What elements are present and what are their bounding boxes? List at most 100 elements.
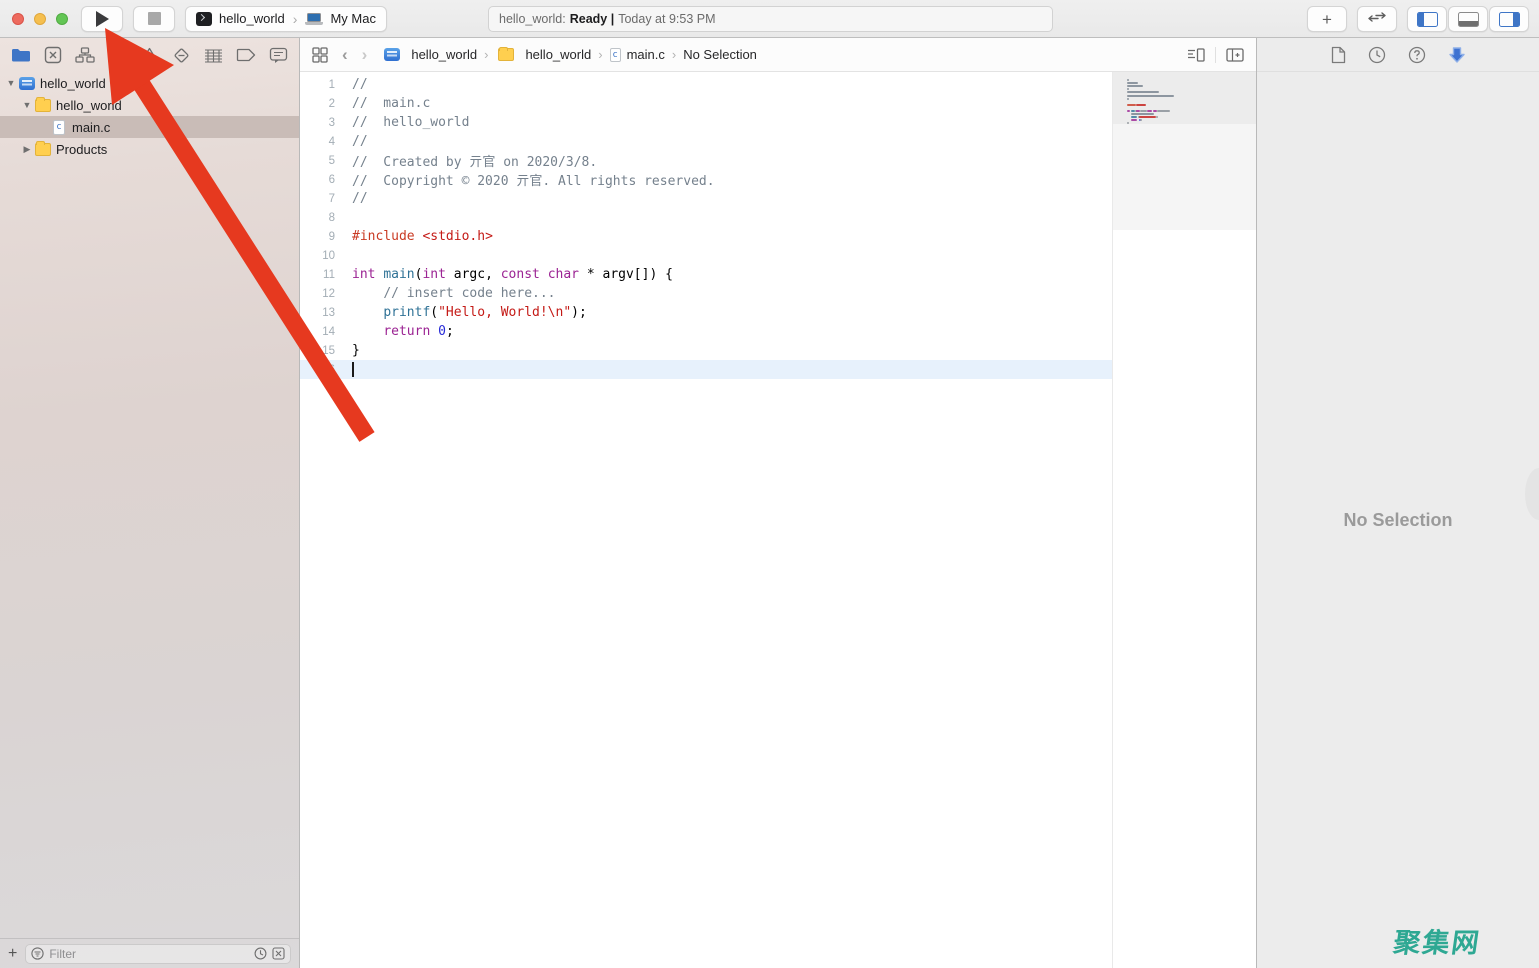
breadcrumb-project[interactable]: hello_world	[381, 47, 477, 62]
code-line[interactable]: 16	[300, 360, 1112, 379]
code-review-icon[interactable]	[1187, 48, 1205, 62]
add-file-button[interactable]: +	[8, 945, 17, 963]
tree-row-hello_world[interactable]: ▼ hello_world	[0, 72, 299, 94]
source-control-icon	[44, 46, 62, 64]
code-line[interactable]: 15}	[300, 341, 1112, 360]
traffic-lights	[12, 13, 68, 25]
watermark: 聚集网	[1391, 921, 1483, 960]
line-number: 14	[300, 326, 344, 338]
breadcrumb-file[interactable]: c main.c	[610, 47, 665, 62]
code-text: // hello_world	[344, 115, 469, 130]
line-number: 11	[300, 269, 344, 281]
toggle-inspector-button[interactable]	[1489, 6, 1529, 32]
zoom-window-button[interactable]	[56, 13, 68, 25]
code-line[interactable]: 7//	[300, 189, 1112, 208]
search-icon	[108, 46, 126, 64]
source-editor[interactable]: 1//2// main.c3// hello_world4//5// Creat…	[300, 72, 1112, 968]
pointer-annotation-icon	[1448, 46, 1466, 64]
code-text: //	[344, 77, 368, 92]
breadcrumb-group[interactable]: hello_world	[495, 47, 591, 62]
status-project: hello_world:	[499, 12, 566, 26]
code-line[interactable]: 11int main(int argc, const char * argv[]…	[300, 265, 1112, 284]
breakpoint-navigator-tab[interactable]	[233, 42, 259, 68]
tree-row-products[interactable]: ▶ Products	[0, 138, 299, 160]
tree-item-label: Products	[56, 142, 107, 157]
code-line[interactable]: 8	[300, 208, 1112, 227]
library-button[interactable]: +	[1307, 6, 1347, 32]
tree-item-label: hello_world	[40, 76, 106, 91]
code-line[interactable]: 6// Copyright © 2020 亓官. All rights rese…	[300, 170, 1112, 189]
tree-row-hello_world[interactable]: ▼ hello_world	[0, 94, 299, 116]
tree-item-label: hello_world	[56, 98, 122, 113]
text-cursor	[352, 362, 354, 377]
related-items-icon[interactable]	[312, 47, 328, 63]
code-line[interactable]: 14 return 0;	[300, 322, 1112, 341]
quick-help-inspector-tab[interactable]	[1408, 46, 1426, 64]
test-navigator-tab[interactable]	[169, 42, 195, 68]
code-text: //	[344, 134, 368, 149]
code-line[interactable]: 13 printf("Hello, World!\n");	[300, 303, 1112, 322]
close-window-button[interactable]	[12, 13, 24, 25]
symbol-navigator-tab[interactable]	[72, 42, 98, 68]
forward-button[interactable]: ›	[362, 45, 368, 65]
warning-triangle-icon	[140, 47, 159, 64]
code-text: //	[344, 191, 368, 206]
question-icon	[1408, 46, 1426, 64]
debug-navigator-tab[interactable]	[201, 42, 227, 68]
filter-field[interactable]: Filter	[25, 944, 291, 964]
line-number: 16	[300, 364, 344, 376]
toggle-debug-area-button[interactable]	[1448, 6, 1488, 32]
editor-mode-button[interactable]	[1357, 6, 1397, 32]
minimize-window-button[interactable]	[34, 13, 46, 25]
scheme-target: hello_world	[219, 11, 285, 26]
code-line[interactable]: 12 // insert code here...	[300, 284, 1112, 303]
jump-bar: ‹ › hello_world › hello_world › c main.c…	[300, 38, 1256, 72]
breakpoint-tag-icon	[236, 48, 256, 62]
breadcrumb-symbol[interactable]: No Selection	[683, 47, 757, 62]
line-number: 3	[300, 117, 344, 129]
report-navigator-tab[interactable]	[265, 42, 291, 68]
disclosure-triangle-icon[interactable]: ▼	[6, 78, 16, 88]
code-line[interactable]: 10	[300, 246, 1112, 265]
stop-button[interactable]	[133, 6, 175, 32]
line-number: 10	[300, 250, 344, 262]
source-control-filter-icon[interactable]	[272, 947, 285, 960]
project-navigator-tab[interactable]	[8, 42, 34, 68]
inspector-empty-label: No Selection	[1257, 510, 1539, 531]
code-line[interactable]: 3// hello_world	[300, 113, 1112, 132]
code-text: // Created by 亓官 on 2020/3/8.	[344, 151, 597, 170]
code-line[interactable]: 9#include <stdio.h>	[300, 227, 1112, 246]
issue-navigator-tab[interactable]	[137, 42, 163, 68]
file-inspector-tab[interactable]	[1331, 46, 1346, 64]
scheme-separator: ›	[293, 11, 298, 27]
disclosure-triangle-icon[interactable]: ▶	[22, 144, 32, 155]
run-button[interactable]	[81, 6, 123, 32]
recent-files-filter-icon[interactable]	[254, 947, 267, 960]
code-line[interactable]: 5// Created by 亓官 on 2020/3/8.	[300, 151, 1112, 170]
disclosure-triangle-icon[interactable]: ▼	[22, 100, 32, 110]
add-editor-icon[interactable]	[1226, 48, 1244, 62]
line-number: 6	[300, 174, 344, 186]
project-tree: ▼ hello_world ▼ hello_world cmain.c ▶ Products	[0, 72, 299, 160]
code-line[interactable]: 4//	[300, 132, 1112, 151]
history-inspector-tab[interactable]	[1368, 46, 1386, 64]
code-text: // main.c	[344, 96, 430, 111]
scheme-selector[interactable]: hello_world › My Mac	[185, 6, 387, 32]
laptop-icon	[305, 13, 323, 25]
navigator-sidebar: ▼ hello_world ▼ hello_world cmain.c ▶ Products…	[0, 38, 300, 968]
right-panel-icon	[1499, 12, 1520, 27]
code-line[interactable]: 2// main.c	[300, 94, 1112, 113]
code-line[interactable]: 1//	[300, 75, 1112, 94]
line-number: 8	[300, 212, 344, 224]
minimap[interactable]	[1112, 72, 1256, 968]
scheme-destination: My Mac	[330, 11, 376, 26]
left-panel-icon	[1417, 12, 1438, 27]
find-navigator-tab[interactable]	[104, 42, 130, 68]
tree-row-main-c[interactable]: cmain.c	[0, 116, 299, 138]
toggle-navigator-button[interactable]	[1407, 6, 1447, 32]
folder-icon	[498, 48, 514, 61]
source-control-navigator-tab[interactable]	[40, 42, 66, 68]
xcode-window: hello_world › My Mac hello_world: Ready …	[0, 0, 1539, 968]
back-button[interactable]: ‹	[342, 45, 348, 65]
inspector-panel: No Selection 聚集网	[1256, 38, 1539, 968]
